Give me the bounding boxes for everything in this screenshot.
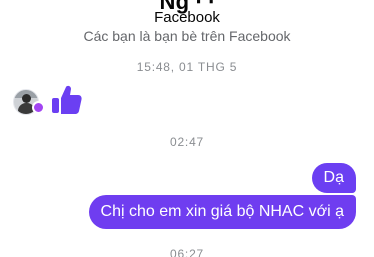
thumbs-up-icon[interactable] xyxy=(49,83,83,117)
timestamp: 02:47 xyxy=(169,135,205,149)
chat-screen: Ng ∙ ∙ Facebook Các bạn là bạn bè trên F… xyxy=(0,0,374,257)
outgoing-message[interactable]: Chị cho em xin giá bộ NHAC với ạ xyxy=(88,195,356,229)
timestamp: 06:27 xyxy=(169,247,205,257)
outgoing-message[interactable]: Dạ xyxy=(311,163,356,193)
friendship-note: Các bạn là bạn bè trên Facebook xyxy=(83,28,291,44)
read-receipt-dot xyxy=(32,101,45,114)
timestamp: 15:48, 01 THG 5 xyxy=(136,60,238,74)
platform-label: Facebook xyxy=(154,9,220,26)
